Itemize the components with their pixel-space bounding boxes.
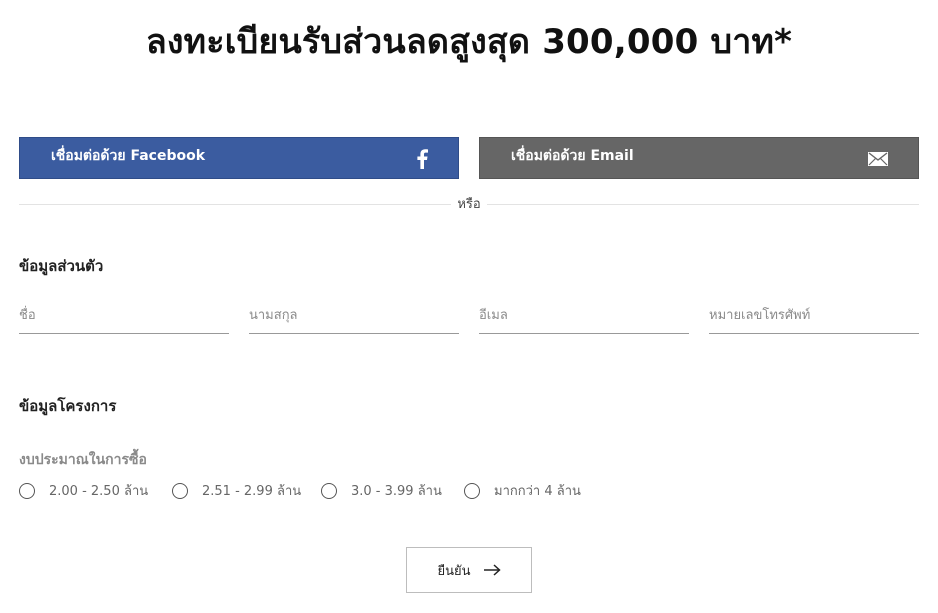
phone-field bbox=[709, 304, 919, 334]
facebook-icon bbox=[416, 149, 428, 173]
budget-option-label: มากกว่า 4 ล้าน bbox=[494, 484, 581, 499]
budget-label: งบประมาณในการซื้อ bbox=[19, 452, 147, 468]
first-name-input[interactable] bbox=[19, 305, 229, 323]
email-connect-label: เชื่อมต่อด้วย Email bbox=[511, 148, 634, 164]
budget-option-label: 2.51 - 2.99 ล้าน bbox=[202, 484, 302, 499]
radio-button[interactable] bbox=[19, 482, 35, 499]
phone-input[interactable] bbox=[709, 305, 919, 323]
arrow-right-icon bbox=[483, 564, 501, 576]
email-input[interactable] bbox=[479, 305, 689, 323]
budget-option-label: 2.00 - 2.50 ล้าน bbox=[49, 484, 149, 499]
social-login-row: เชื่อมต่อด้วย Facebook เชื่อมต่อด้วย Ema… bbox=[19, 137, 919, 179]
project-info-title: ข้อมูลโครงการ bbox=[19, 397, 117, 415]
last-name-field bbox=[249, 304, 459, 334]
budget-option-3[interactable]: 3.0 - 3.99 ล้าน bbox=[321, 480, 442, 501]
facebook-connect-label: เชื่อมต่อด้วย Facebook bbox=[51, 148, 206, 164]
first-name-field bbox=[19, 304, 229, 334]
radio-button[interactable] bbox=[321, 482, 337, 499]
email-field bbox=[479, 304, 689, 334]
radio-button[interactable] bbox=[172, 482, 188, 499]
submit-label: ยืนยัน bbox=[437, 563, 471, 579]
radio-button[interactable] bbox=[464, 482, 480, 499]
last-name-input[interactable] bbox=[249, 305, 459, 323]
budget-option-label: 3.0 - 3.99 ล้าน bbox=[351, 484, 442, 499]
budget-option-4[interactable]: มากกว่า 4 ล้าน bbox=[464, 480, 581, 501]
budget-option-1[interactable]: 2.00 - 2.50 ล้าน bbox=[19, 480, 148, 501]
submit-button[interactable]: ยืนยัน bbox=[406, 547, 532, 593]
facebook-connect-button[interactable]: เชื่อมต่อด้วย Facebook bbox=[19, 137, 459, 179]
page-title: ลงทะเบียนรับส่วนลดสูงสุด 300,000 บาท* bbox=[145, 22, 793, 62]
personal-info-title: ข้อมูลส่วนตัว bbox=[19, 257, 104, 275]
email-connect-button[interactable]: เชื่อมต่อด้วย Email bbox=[479, 137, 919, 179]
budget-option-2[interactable]: 2.51 - 2.99 ล้าน bbox=[172, 480, 301, 501]
or-divider-text: หรือ bbox=[451, 193, 487, 214]
envelope-icon bbox=[868, 152, 888, 170]
